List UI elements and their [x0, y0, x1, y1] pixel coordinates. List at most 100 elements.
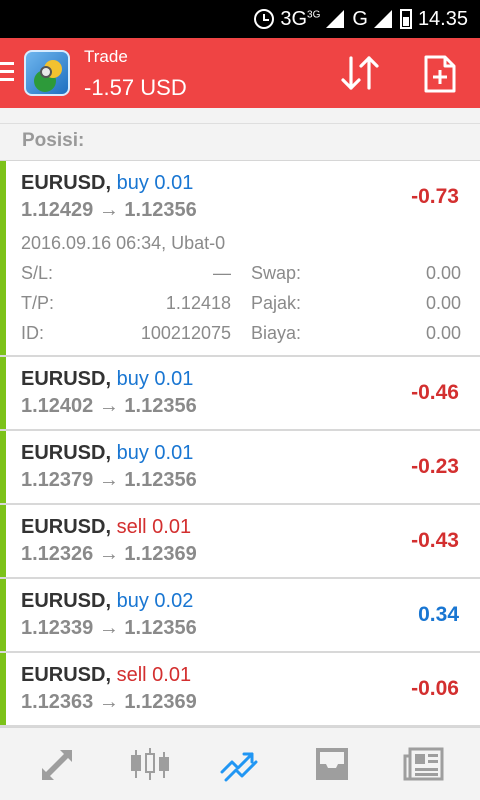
current-price: 1.12356 [124, 199, 197, 221]
position-symbol: EURUSD, [21, 590, 112, 612]
battery-icon [399, 9, 412, 29]
trade-icon[interactable] [218, 744, 262, 784]
position-prices: 1.12326 → 1.12369 [21, 543, 197, 566]
position-side: buy [116, 590, 149, 612]
position-title: EURUSD, sell 0.01 [21, 664, 191, 687]
account-balance: -1.57 USD [84, 75, 187, 100]
position-row[interactable]: EURUSD, sell 0.01 1.12363 → 1.12369 -0.0… [0, 653, 480, 727]
detail-label-swap: Swap: [251, 263, 302, 283]
detail-value-tax: 0.00 [425, 293, 461, 313]
position-profit: -0.23 [411, 455, 459, 478]
position-symbol: EURUSD, [21, 172, 112, 194]
status-time: 14.35 [417, 7, 468, 30]
positions-section-header: Posisi: [0, 124, 480, 161]
bottom-nav [0, 727, 480, 800]
position-row[interactable]: EURUSD, sell 0.01 1.12326 → 1.12369 -0.4… [0, 505, 480, 579]
position-symbol: EURUSD, [21, 516, 112, 538]
detail-label-id: ID: [21, 323, 45, 343]
position-profit: 0.34 [418, 603, 459, 626]
new-order-icon[interactable] [422, 54, 458, 94]
position-indicator-bar [0, 579, 6, 651]
position-volume: 0.01 [152, 516, 192, 538]
position-prices: 1.12402 → 1.12356 [21, 395, 197, 418]
detail-value-fee: 0.00 [425, 323, 461, 343]
position-title: EURUSD, buy 0.01 [21, 442, 193, 465]
position-indicator-bar [0, 357, 6, 429]
detail-label-sl: S/L: [21, 263, 54, 283]
alarm-clock-icon [254, 9, 275, 29]
position-row[interactable]: EURUSD, buy 0.01 1.12429 → 1.12356 -0.73… [0, 161, 480, 357]
position-row[interactable]: EURUSD, buy 0.01 1.12402 → 1.12356 -0.46 [0, 357, 480, 431]
position-row[interactable]: EURUSD, buy 0.02 1.12339 → 1.12356 0.34 [0, 579, 480, 653]
price-arrow: → [98, 395, 119, 417]
position-title: EURUSD, sell 0.01 [21, 516, 191, 539]
position-volume: 0.01 [152, 664, 192, 686]
position-prices: 1.12339 → 1.12356 [21, 617, 197, 640]
price-arrow: → [98, 199, 119, 221]
position-volume: 0.02 [154, 590, 194, 612]
signal-icon [326, 10, 345, 28]
position-prices: 1.12379 → 1.12356 [21, 469, 197, 492]
status-bar: 3G3G G 14.35 [0, 0, 480, 38]
detail-value-id: 100212075 [140, 323, 231, 343]
position-profit: -0.73 [411, 185, 459, 208]
position-symbol: EURUSD, [21, 368, 112, 390]
open-price: 1.12429 [21, 199, 94, 221]
open-price: 1.12379 [21, 469, 94, 491]
current-price: 1.12356 [124, 469, 197, 491]
menu-icon[interactable] [0, 62, 14, 82]
detail-label-tp: T/P: [21, 293, 55, 313]
open-price: 1.12363 [21, 691, 94, 713]
history-icon[interactable] [310, 744, 354, 784]
detail-row-tp: T/P: 1.12418 Pajak: 0.00 [21, 293, 461, 317]
position-title: EURUSD, buy 0.01 [21, 368, 193, 391]
position-symbol: EURUSD, [21, 442, 112, 464]
detail-value-swap: 0.00 [425, 263, 461, 283]
detail-value-sl: — [213, 263, 231, 283]
position-indicator-bar [0, 431, 6, 503]
app-logo[interactable] [24, 50, 70, 96]
page-title: Trade [84, 47, 128, 66]
quotes-icon[interactable] [36, 744, 80, 784]
position-indicator-bar [0, 653, 6, 725]
position-symbol: EURUSD, [21, 664, 112, 686]
open-price: 1.12402 [21, 395, 94, 417]
position-volume: 0.01 [154, 368, 194, 390]
price-arrow: → [98, 691, 119, 713]
position-profit: -0.06 [411, 677, 459, 700]
position-side: buy [116, 172, 149, 194]
network-3g-label: 3G3G [280, 7, 321, 30]
detail-row-sl: S/L: — Swap: 0.00 [21, 263, 461, 287]
position-side: buy [116, 368, 149, 390]
position-prices: 1.12429 → 1.12356 [21, 199, 197, 222]
position-row[interactable]: EURUSD, buy 0.01 1.12379 → 1.12356 -0.23 [0, 431, 480, 505]
signal-icon-2 [373, 10, 392, 28]
current-price: 1.12356 [124, 617, 197, 639]
position-profit: -0.43 [411, 529, 459, 552]
position-open-time: 2016.09.16 06:34, Ubat-0 [21, 233, 226, 253]
positions-list: EURUSD, buy 0.01 1.12429 → 1.12356 -0.73… [0, 161, 480, 727]
position-side: buy [116, 442, 149, 464]
detail-value-tp: 1.12418 [165, 293, 231, 313]
current-price: 1.12369 [124, 543, 197, 565]
chart-icon[interactable] [128, 744, 172, 784]
current-price: 1.12369 [124, 691, 197, 713]
status-bar-right: 3G3G G 14.35 [254, 0, 468, 38]
positions-section-title: Posisi: [22, 130, 85, 151]
price-arrow: → [98, 543, 119, 565]
sort-icon[interactable] [340, 54, 380, 92]
position-prices: 1.12363 → 1.12369 [21, 691, 197, 714]
current-price: 1.12356 [124, 395, 197, 417]
position-side: sell [116, 664, 147, 686]
open-price: 1.12326 [21, 543, 94, 565]
network-g-label: G [352, 7, 368, 30]
detail-label-tax: Pajak: [251, 293, 302, 313]
open-price: 1.12339 [21, 617, 94, 639]
price-arrow: → [98, 469, 119, 491]
position-indicator-bar [0, 161, 6, 355]
news-icon[interactable] [402, 744, 446, 784]
position-title: EURUSD, buy 0.01 [21, 172, 193, 195]
position-volume: 0.01 [154, 442, 194, 464]
position-profit: -0.46 [411, 381, 459, 404]
app-bar: Trade -1.57 USD [0, 38, 480, 108]
